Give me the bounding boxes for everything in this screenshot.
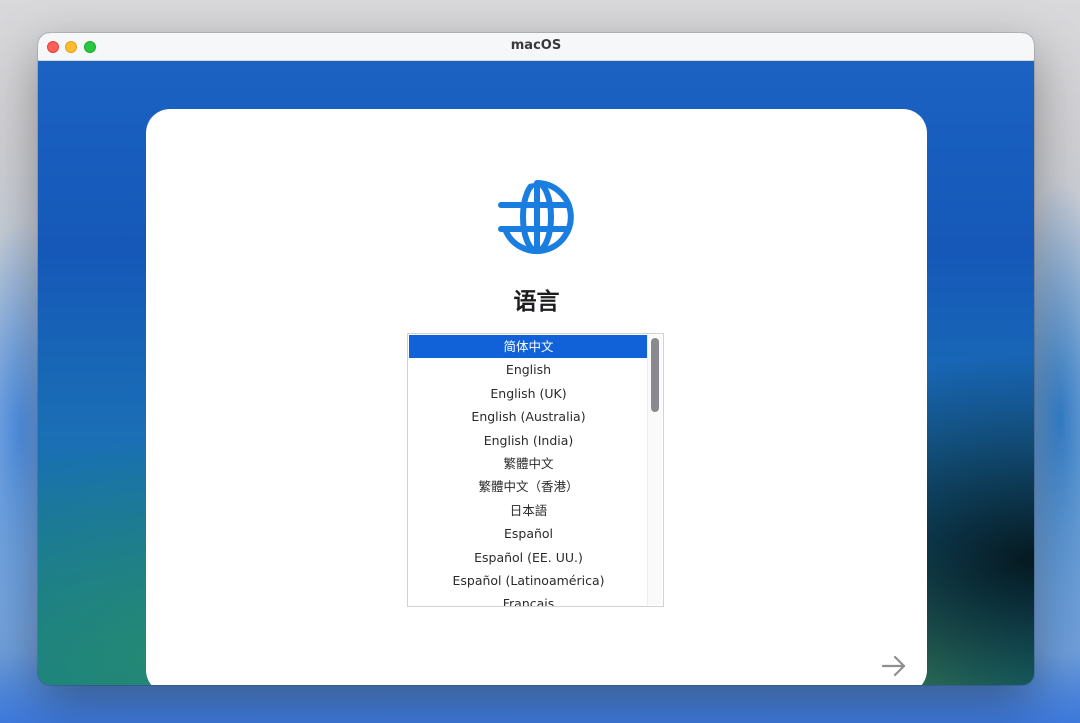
language-option[interactable]: English (Australia) [409, 405, 648, 428]
language-option[interactable]: Español (Latinoamérica) [409, 569, 648, 592]
language-setup-panel: 语言 简体中文 English English (UK) English (Austr… [146, 109, 927, 685]
language-list-scrollbar[interactable] [647, 335, 662, 605]
globe-icon [498, 180, 574, 254]
language-option[interactable]: Español [409, 522, 648, 545]
language-option[interactable]: 简体中文 [409, 335, 648, 359]
guest-wallpaper: 语言 简体中文 English English (UK) English (Austr… [38, 61, 1034, 685]
language-option[interactable]: 繁體中文 [409, 452, 648, 475]
page-title: 语言 [513, 289, 560, 315]
window-title: macOS [510, 38, 562, 53]
language-option[interactable]: 日本語 [409, 499, 648, 522]
language-option[interactable]: Français [409, 592, 648, 606]
language-option[interactable]: English [409, 358, 648, 381]
language-list[interactable]: 简体中文 English English (UK) English (Australi… [407, 333, 664, 607]
language-option[interactable]: English (UK) [409, 382, 648, 405]
language-option[interactable]: English (India) [409, 429, 648, 452]
virtual-machine-window: macOS 语言 简体中文 English English (UK) Engli… [38, 33, 1034, 685]
window-titlebar[interactable]: macOS [38, 33, 1034, 61]
arrow-right-icon[interactable] [880, 654, 908, 678]
language-list-items: 简体中文 English English (UK) English (Australi… [409, 335, 648, 606]
scrollbar-thumb[interactable] [651, 338, 659, 412]
language-option[interactable]: Español (EE. UU.) [409, 546, 648, 569]
language-option[interactable]: 繁體中文（香港） [409, 475, 648, 498]
